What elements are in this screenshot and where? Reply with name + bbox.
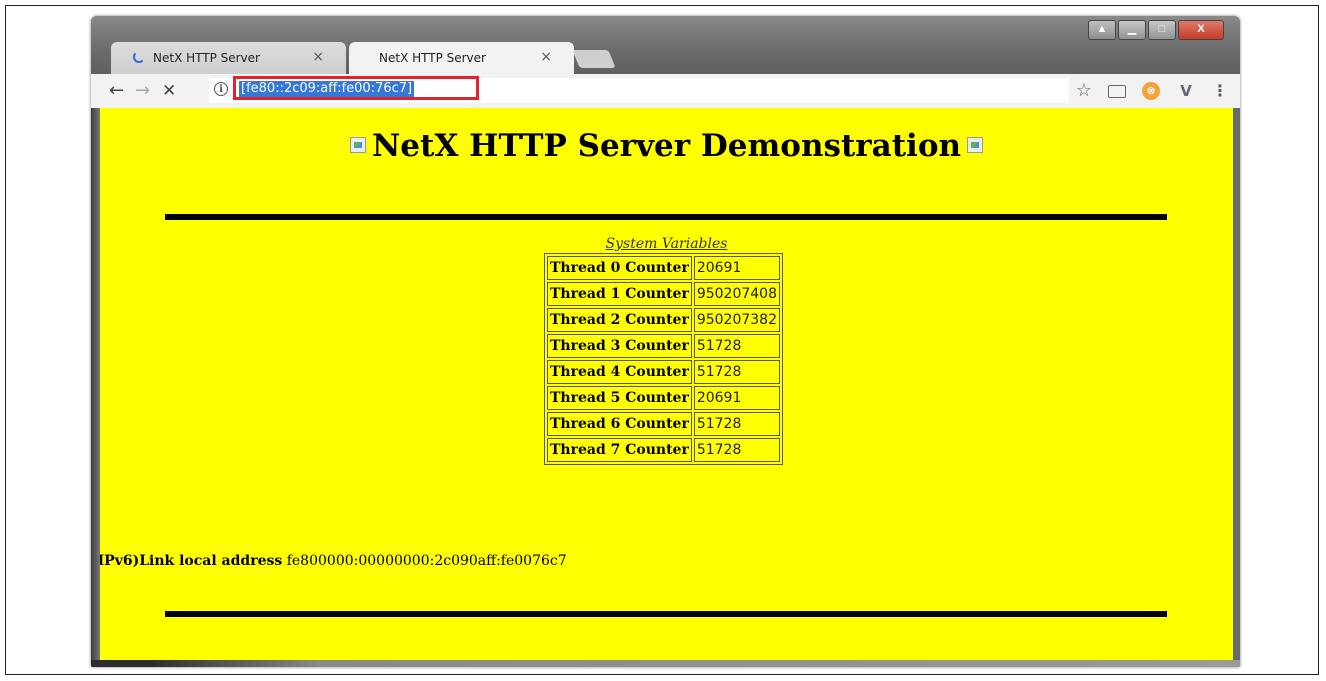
extension-2-icon[interactable]: V: [1176, 82, 1196, 100]
window-controls: ▲ ▁ □ X: [1088, 20, 1224, 40]
row-label: Thread 0 Counter: [547, 256, 692, 280]
cast-icon[interactable]: [1108, 83, 1128, 98]
row-label: Thread 1 Counter: [547, 282, 692, 306]
table-row: Thread 7 Counter 51728: [547, 438, 780, 462]
page-title: NetX HTTP Server Demonstration: [371, 128, 962, 164]
tab-2-title: NetX HTTP Server: [379, 51, 486, 65]
row-value: 20691: [693, 386, 780, 410]
loading-spinner-icon: [133, 51, 145, 63]
row-label: Thread 6 Counter: [547, 412, 692, 436]
stop-icon[interactable]: ✕: [162, 81, 176, 101]
broken-image-icon: [967, 136, 984, 153]
link-local-line: (IPv6)Link local address fe800000:000000…: [100, 553, 567, 569]
table-row: Thread 2 Counter 950207382: [547, 308, 780, 332]
browser-toolbar: ← → ✕ i [fe80::2c09:aff:fe00:76c7] ☆ ⊗ V…: [91, 74, 1240, 109]
minimize-button[interactable]: ▁: [1118, 20, 1146, 40]
menu-icon[interactable]: ⋮: [1210, 81, 1230, 100]
link-local-value: fe800000:00000000:2c090aff:fe0076c7: [286, 553, 567, 569]
user-icon[interactable]: ▲: [1088, 20, 1116, 40]
broken-image-icon: [349, 136, 366, 153]
window-edge-left: [91, 108, 100, 667]
window-edge-right: [1233, 108, 1240, 667]
address-bar[interactable]: i [fe80::2c09:aff:fe00:76c7]: [209, 76, 1069, 103]
row-label: Thread 3 Counter: [547, 334, 692, 358]
table-caption: System Variables: [605, 236, 728, 252]
tab-2[interactable]: NetX HTTP Server ×: [349, 42, 574, 74]
horizontal-rule: [165, 611, 1167, 617]
row-label: Thread 5 Counter: [547, 386, 692, 410]
page-viewport: NetX HTTP Server Demonstration System Va…: [100, 108, 1233, 660]
tab-1-title: NetX HTTP Server: [153, 51, 260, 65]
page-heading: NetX HTTP Server Demonstration: [100, 128, 1233, 164]
row-value: 51728: [693, 412, 780, 436]
row-value: 950207382: [693, 308, 780, 332]
tab-1-close-icon[interactable]: ×: [312, 49, 324, 65]
row-value: 51728: [693, 334, 780, 358]
star-icon[interactable]: ☆: [1074, 80, 1094, 101]
table-row: Thread 5 Counter 20691: [547, 386, 780, 410]
window-edge-bottom: [91, 660, 1240, 667]
system-variables-table: Thread 0 Counter 20691 Thread 1 Counter 95…: [544, 253, 783, 465]
row-label: Thread 4 Counter: [547, 360, 692, 384]
table-row: Thread 0 Counter 20691: [547, 256, 780, 280]
address-highlight: [fe80::2c09:aff:fe00:76c7]: [233, 76, 479, 100]
tab-2-close-icon[interactable]: ×: [540, 49, 552, 65]
extension-icon[interactable]: ⊗: [1142, 81, 1162, 100]
table-row: Thread 6 Counter 51728: [547, 412, 780, 436]
forward-icon[interactable]: →: [135, 80, 150, 101]
row-label: Thread 7 Counter: [547, 438, 692, 462]
row-value: 20691: [693, 256, 780, 280]
address-text[interactable]: [fe80::2c09:aff:fe00:76c7]: [239, 81, 415, 97]
row-value: 51728: [693, 360, 780, 384]
browser-window: NetX HTTP Server × NetX HTTP Server × ▲ …: [91, 16, 1240, 667]
table-row: Thread 3 Counter 51728: [547, 334, 780, 358]
tab-1[interactable]: NetX HTTP Server ×: [111, 42, 346, 74]
link-local-label: (IPv6)Link local address: [100, 553, 283, 569]
info-icon[interactable]: i: [214, 82, 228, 96]
new-tab-button[interactable]: [572, 50, 616, 68]
row-value: 950207408: [693, 282, 780, 306]
title-bar: NetX HTTP Server × NetX HTTP Server × ▲ …: [91, 16, 1240, 74]
row-value: 51728: [693, 438, 780, 462]
table-row: Thread 4 Counter 51728: [547, 360, 780, 384]
close-window-button[interactable]: X: [1178, 20, 1224, 40]
back-icon[interactable]: ←: [109, 80, 124, 101]
toolbar-icons: ☆ ⊗ V ⋮: [1074, 80, 1230, 101]
row-label: Thread 2 Counter: [547, 308, 692, 332]
table-row: Thread 1 Counter 950207408: [547, 282, 780, 306]
maximize-button[interactable]: □: [1148, 20, 1176, 40]
horizontal-rule: [165, 214, 1167, 220]
